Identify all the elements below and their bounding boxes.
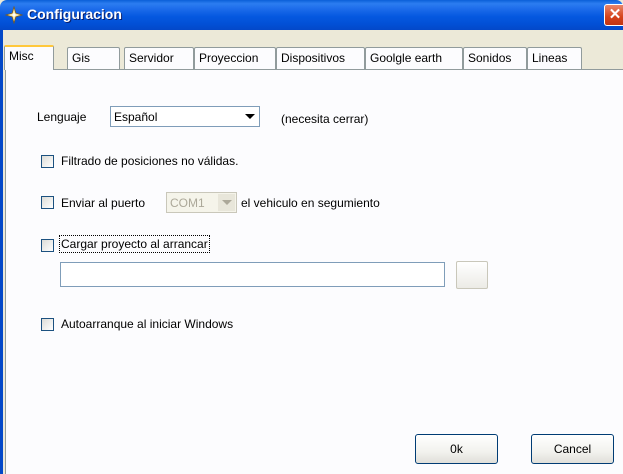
tab-label: Servidor	[129, 51, 174, 65]
cancel-button[interactable]: Cancel	[531, 434, 614, 464]
chevron-down-icon[interactable]	[241, 108, 258, 125]
tab-label: Sonidos	[468, 51, 512, 65]
title-bar[interactable]: Configuracion ✕	[0, 0, 623, 30]
send-port-checkbox[interactable]	[41, 196, 54, 209]
chevron-down-icon[interactable]	[218, 194, 235, 211]
load-project-checkbox[interactable]	[41, 239, 54, 252]
tab-misc[interactable]: Misc	[4, 45, 54, 70]
port-select[interactable]: COM1	[166, 192, 237, 213]
send-port-label[interactable]: Enviar al puerto	[61, 196, 145, 210]
send-port-suffix: el vehiculo en segumiento	[241, 196, 380, 210]
tab-google-earth[interactable]: Goolgle earth	[365, 47, 463, 69]
tab-label: Proyeccion	[199, 51, 259, 65]
filter-label[interactable]: Filtrado de posiciones no válidas.	[61, 154, 238, 168]
project-path-input[interactable]	[60, 262, 445, 287]
tab-lineas[interactable]: Lineas	[527, 47, 582, 69]
filter-checkbox[interactable]	[41, 155, 54, 168]
tab-label: Gis	[72, 51, 90, 65]
autostart-checkbox[interactable]	[41, 318, 54, 331]
tab-label: Dispositivos	[281, 51, 346, 65]
configuration-window: Configuracion ✕ Misc Gis Servidor Proyec…	[0, 0, 623, 474]
tab-label: Goolgle earth	[370, 51, 443, 65]
close-button[interactable]: ✕	[604, 4, 623, 26]
tab-label: Lineas	[532, 51, 568, 65]
load-project-label[interactable]: Cargar proyecto al arrancar	[59, 235, 210, 253]
language-label: Lenguaje	[37, 110, 87, 124]
window-title: Configuracion	[27, 6, 122, 22]
language-select[interactable]: Español	[110, 106, 260, 127]
language-note: (necesita cerrar)	[281, 112, 369, 126]
tab-servidor[interactable]: Servidor	[124, 47, 194, 69]
window-frame	[0, 30, 3, 474]
tab-label: Misc	[9, 49, 34, 63]
browse-project-button[interactable]	[456, 261, 488, 289]
ok-button[interactable]: 0k	[415, 434, 498, 464]
language-value: Español	[114, 110, 158, 124]
close-icon: ✕	[608, 6, 622, 23]
autostart-label[interactable]: Autoarranque al iniciar Windows	[61, 317, 233, 331]
tab-dispositivos[interactable]: Dispositivos	[276, 47, 365, 69]
app-icon	[5, 6, 23, 24]
tab-sonidos[interactable]: Sonidos	[463, 47, 527, 69]
tab-proyeccion[interactable]: Proyeccion	[194, 47, 276, 69]
tab-gis[interactable]: Gis	[67, 47, 120, 69]
port-value: COM1	[170, 196, 205, 210]
